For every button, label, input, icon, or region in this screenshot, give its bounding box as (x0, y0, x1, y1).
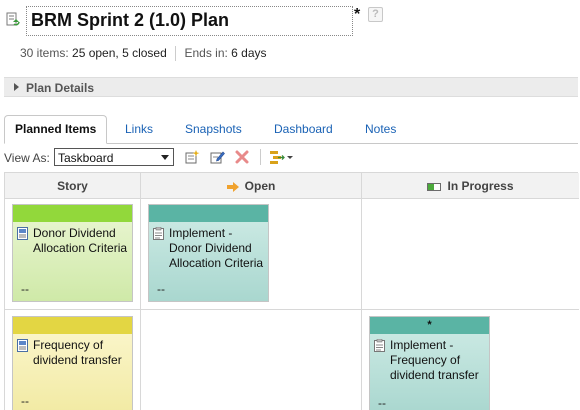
card-title[interactable]: Frequency of dividend transfer (33, 338, 131, 368)
card-modified-marker: * (370, 317, 489, 334)
right-arrow-icon (226, 181, 239, 192)
plan-details-label: Plan Details (26, 81, 95, 95)
view-as-value: Taskboard (58, 151, 114, 165)
card-estimate: -- (21, 394, 29, 408)
card-color-bar (149, 205, 268, 222)
column-header-open: Open (141, 173, 361, 199)
items-status: 25 open, 5 closed (72, 46, 167, 60)
tab-links[interactable]: Links (125, 122, 153, 136)
card-estimate: -- (157, 282, 165, 296)
card-color-bar (13, 205, 132, 222)
story-card[interactable]: Frequency of dividend transfer -- (12, 316, 133, 410)
tab-notes[interactable]: Notes (365, 122, 396, 136)
ends-in-label: Ends in: (184, 46, 228, 60)
story-icon (17, 339, 28, 352)
card-title[interactable]: Implement - Donor Dividend Allocation Cr… (169, 226, 267, 271)
story-card[interactable]: Donor Dividend Allocation Criteria -- (12, 204, 133, 302)
story-icon (17, 227, 28, 240)
edit-item-icon[interactable] (209, 149, 225, 165)
plan-title-row: BRM Sprint 2 (1.0) Plan * ? (4, 4, 578, 36)
column-title-open: Open (244, 179, 276, 193)
column-divider (140, 173, 141, 410)
tab-dashboard[interactable]: Dashboard (274, 122, 333, 136)
task-icon (374, 339, 385, 352)
card-color-bar (13, 317, 132, 334)
card-body: Implement - Donor Dividend Allocation Cr… (149, 222, 268, 301)
view-as-label: View As: (4, 151, 50, 165)
ends-in-value: 6 days (231, 46, 267, 60)
task-icon (153, 227, 164, 240)
chevron-down-icon[interactable] (157, 149, 173, 165)
card-title[interactable]: Donor Dividend Allocation Criteria (33, 226, 131, 256)
task-card[interactable]: Implement - Donor Dividend Allocation Cr… (148, 204, 269, 302)
view-as-select[interactable]: Taskboard (54, 148, 174, 166)
taskboard: Story Open In Progress Donor Dividend Al… (4, 172, 579, 410)
tab-planned-items[interactable]: Planned Items (4, 115, 108, 144)
plan-tabs: Planned Items Links Snapshots Dashboard … (4, 115, 578, 144)
plan-details-section[interactable]: Plan Details (4, 77, 578, 97)
task-card[interactable]: * Implement - Frequency of dividend tran… (369, 316, 490, 410)
plan-icon (6, 12, 20, 26)
card-body: Implement - Frequency of dividend transf… (370, 334, 489, 410)
card-estimate: -- (378, 396, 386, 410)
card-estimate: -- (21, 282, 29, 296)
unsaved-marker: * (354, 6, 361, 23)
new-item-icon[interactable] (184, 149, 200, 165)
tab-snapshots[interactable]: Snapshots (185, 122, 242, 136)
column-divider (361, 173, 362, 410)
summary-divider (175, 46, 177, 62)
plan-summary: 30 items: 25 open, 5 closed Ends in: 6 d… (20, 46, 267, 62)
view-toolbar: View As: Taskboard (4, 147, 578, 169)
row-divider (5, 309, 579, 310)
filter-menu-icon[interactable] (268, 149, 294, 165)
column-header-in-progress: In Progress (362, 173, 579, 199)
column-header-story: Story (5, 173, 140, 199)
plan-title-field[interactable]: BRM Sprint 2 (1.0) Plan (26, 6, 353, 36)
column-title-story: Story (57, 179, 88, 193)
card-body: Frequency of dividend transfer -- (13, 334, 132, 410)
card-body: Donor Dividend Allocation Criteria -- (13, 222, 132, 301)
delete-icon[interactable] (234, 149, 250, 165)
card-title[interactable]: Implement - Frequency of dividend transf… (390, 338, 488, 383)
expand-triangle-icon[interactable] (14, 83, 19, 91)
page-title: BRM Sprint 2 (1.0) Plan (31, 10, 230, 30)
column-title-in-progress: In Progress (447, 179, 514, 193)
help-icon[interactable]: ? (368, 7, 383, 22)
progress-bar-icon (427, 182, 442, 191)
toolbar-divider (260, 149, 261, 165)
items-count-label: 30 items: (20, 46, 69, 60)
